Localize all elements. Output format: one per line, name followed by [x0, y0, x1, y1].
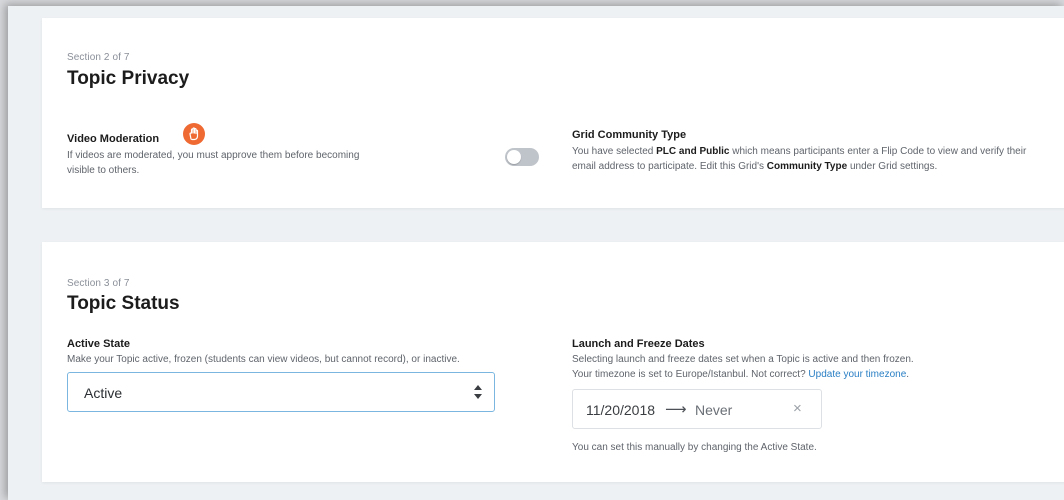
section-title: Topic Status	[67, 293, 180, 314]
hand-stop-icon	[183, 123, 205, 145]
dates-note: You can set this manually by changing th…	[572, 442, 817, 453]
community-type-setting-name: Community Type	[766, 161, 848, 172]
page-viewport: Section 2 of 7 Topic Privacy Video Moder…	[8, 6, 1064, 500]
section-indicator: Section 2 of 7	[67, 52, 130, 63]
desc-text: You have selected	[572, 146, 657, 157]
active-state-label: Active State	[67, 338, 130, 350]
desc-text: under Grid settings.	[847, 161, 938, 172]
video-moderation-description: If videos are moderated, you must approv…	[67, 150, 360, 176]
topic-status-card: Section 3 of 7 Topic Status Active State…	[42, 242, 1064, 482]
desc-text: Selecting launch and freeze dates set wh…	[572, 354, 914, 365]
active-state-description: Make your Topic active, frozen (students…	[67, 354, 460, 365]
update-timezone-link[interactable]: Update your timezone	[808, 369, 906, 380]
launch-date-input[interactable]: 11/20/2018	[586, 402, 655, 418]
desc-text: Your timezone is set to Europe/Istanbul.…	[572, 369, 809, 380]
launch-freeze-dates-label: Launch and Freeze Dates	[572, 338, 705, 350]
community-type-value: PLC and Public	[656, 146, 730, 157]
active-state-select[interactable]: Active	[67, 372, 495, 412]
desc-text: .	[906, 369, 910, 380]
grid-community-type-description: You have selected PLC and Public which m…	[572, 144, 1047, 174]
section-indicator: Section 3 of 7	[67, 278, 130, 289]
toggle-knob	[507, 150, 521, 164]
topic-privacy-card: Section 2 of 7 Topic Privacy Video Moder…	[42, 18, 1064, 208]
video-moderation-toggle[interactable]	[505, 148, 539, 166]
freeze-date-input[interactable]: Never	[695, 402, 732, 418]
grid-community-type-label: Grid Community Type	[572, 129, 687, 141]
select-arrows-icon	[474, 383, 482, 401]
launch-freeze-dates-description: Selecting launch and freeze dates set wh…	[572, 352, 1047, 382]
arrow-right-icon: ⟶	[665, 401, 687, 418]
video-moderation-label: Video Moderation	[67, 133, 160, 145]
clear-dates-icon[interactable]: ×	[793, 400, 802, 417]
active-state-selected-value: Active	[84, 385, 123, 401]
section-title: Topic Privacy	[67, 68, 190, 89]
launch-freeze-date-range: 11/20/2018 ⟶ Never ×	[572, 389, 822, 429]
